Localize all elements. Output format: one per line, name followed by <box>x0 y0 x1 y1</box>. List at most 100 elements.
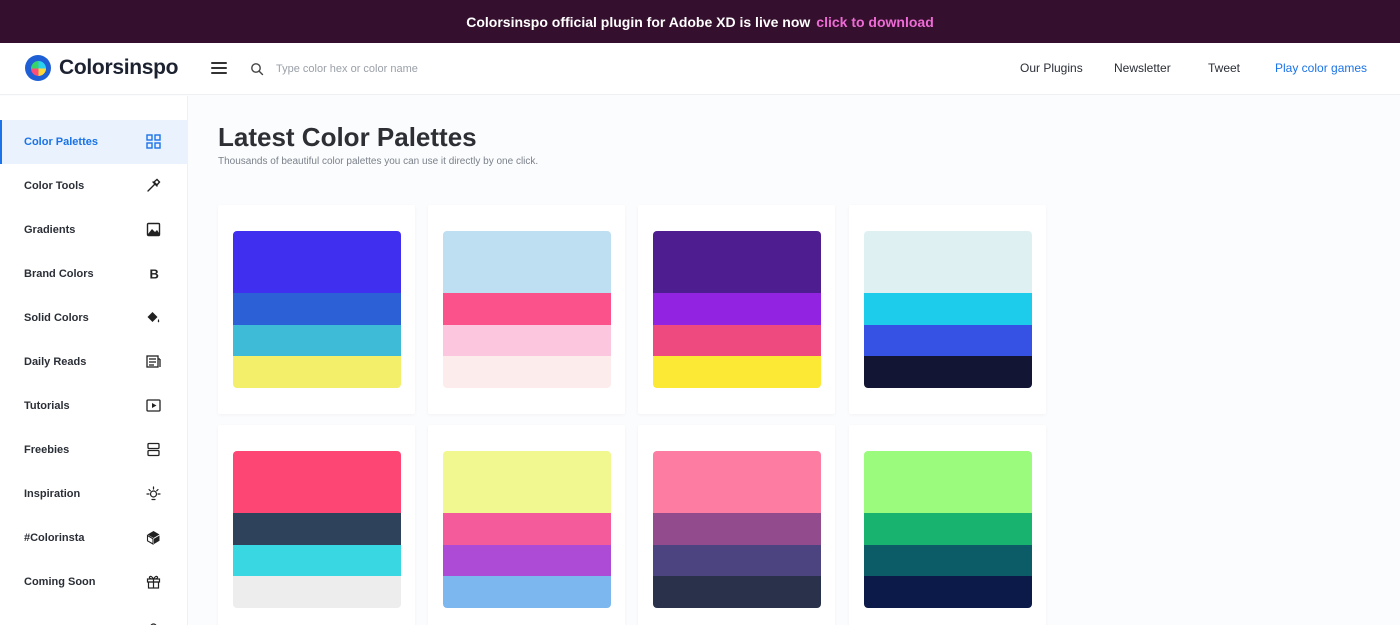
color-swatch[interactable] <box>653 513 821 545</box>
download-link[interactable]: click to download <box>816 14 933 30</box>
sidebar-item-label: Brand Colors <box>24 268 94 280</box>
color-swatch[interactable] <box>864 545 1032 576</box>
hamburger-menu-icon[interactable] <box>211 62 227 74</box>
palette-card[interactable] <box>638 205 835 414</box>
palette-swatches <box>864 231 1032 388</box>
palette-card[interactable] <box>218 205 415 414</box>
bulb-icon <box>146 486 161 501</box>
sidebar: Color Palettes Color Tools Gradients Bra… <box>0 96 188 625</box>
sidebar-item-inspiration[interactable]: Inspiration <box>0 472 188 516</box>
color-swatch[interactable] <box>233 451 401 513</box>
color-swatch[interactable] <box>653 231 821 293</box>
more-icon <box>150 623 157 625</box>
color-swatch[interactable] <box>864 576 1032 608</box>
color-swatch[interactable] <box>233 231 401 293</box>
sidebar-item-coming-soon[interactable]: Coming Soon <box>0 560 188 604</box>
color-swatch[interactable] <box>864 325 1032 356</box>
color-swatch[interactable] <box>233 356 401 388</box>
cube-icon <box>146 531 160 545</box>
top-header: Colorsinspo Our Plugins Newsletter Tweet… <box>0 43 1400 95</box>
color-swatch[interactable] <box>864 293 1032 325</box>
paint-bucket-icon <box>147 312 160 323</box>
promo-banner: Colorsinspo official plugin for Adobe XD… <box>0 0 1400 43</box>
gift-icon <box>146 575 161 589</box>
color-swatch[interactable] <box>233 325 401 356</box>
palette-swatches <box>864 451 1032 608</box>
sidebar-item-daily-reads[interactable]: Daily Reads <box>0 340 188 384</box>
sidebar-item-label: Inspiration <box>24 488 81 500</box>
sidebar-item-label: Daily Reads <box>24 356 87 368</box>
page-title: Latest Color Palettes <box>218 122 477 152</box>
palette-swatches <box>233 451 401 608</box>
stack-icon <box>147 442 160 457</box>
logo-icon <box>25 55 51 81</box>
palette-card[interactable] <box>638 425 835 625</box>
newspaper-icon <box>146 355 161 368</box>
color-swatch[interactable] <box>233 513 401 545</box>
sidebar-item-gradients[interactable]: Gradients <box>0 208 188 252</box>
color-swatch[interactable] <box>864 513 1032 545</box>
color-swatch[interactable] <box>653 293 821 325</box>
color-swatch[interactable] <box>864 451 1032 513</box>
nav-newsletter[interactable]: Newsletter <box>1114 61 1171 75</box>
palette-card[interactable] <box>428 205 625 414</box>
color-swatch[interactable] <box>653 576 821 608</box>
svg-text:B: B <box>150 267 159 282</box>
color-swatch[interactable] <box>653 545 821 576</box>
palette-card[interactable] <box>218 425 415 625</box>
sidebar-item-label: Color Palettes <box>24 136 98 148</box>
color-swatch[interactable] <box>653 356 821 388</box>
image-icon <box>146 222 161 237</box>
color-swatch[interactable] <box>443 293 611 325</box>
color-swatch[interactable] <box>233 576 401 608</box>
search-icon <box>251 63 264 76</box>
color-swatch[interactable] <box>864 356 1032 388</box>
play-icon <box>146 399 161 412</box>
palette-card[interactable] <box>428 425 625 625</box>
sidebar-item-label: #Colorinsta <box>24 532 85 544</box>
color-swatch[interactable] <box>443 451 611 513</box>
palette-swatches <box>443 231 611 388</box>
sidebar-item-freebies[interactable]: Freebies <box>0 428 188 472</box>
sidebar-item-solid-colors[interactable]: Solid Colors <box>0 296 188 340</box>
palette-card[interactable] <box>849 205 1046 414</box>
color-swatch[interactable] <box>233 545 401 576</box>
palette-swatches <box>443 451 611 608</box>
sidebar-item-brand-colors[interactable]: Brand Colors B <box>0 252 188 296</box>
sidebar-item-colorinsta[interactable]: #Colorinsta <box>0 516 188 560</box>
sidebar-item-label: Gradients <box>24 224 76 236</box>
sidebar-item-color-palettes[interactable]: Color Palettes <box>0 120 188 164</box>
logo-text: Colorsinspo <box>59 56 179 79</box>
palette-swatches <box>653 451 821 608</box>
logo[interactable]: Colorsinspo <box>25 55 179 81</box>
palette-swatches <box>653 231 821 388</box>
search-input[interactable] <box>270 57 530 81</box>
sidebar-item-label: Tutorials <box>24 400 70 412</box>
sidebar-item-color-tools[interactable]: Color Tools <box>0 164 188 208</box>
color-swatch[interactable] <box>443 513 611 545</box>
sidebar-item-label: Solid Colors <box>24 312 89 324</box>
nav-tweet[interactable]: Tweet <box>1208 61 1240 75</box>
sidebar-item-label: Color Tools <box>24 180 85 192</box>
palette-card[interactable] <box>849 425 1046 625</box>
page-subtitle: Thousands of beautiful color palettes yo… <box>218 156 539 167</box>
color-swatch[interactable] <box>864 231 1032 293</box>
color-swatch[interactable] <box>443 325 611 356</box>
color-swatch[interactable] <box>653 325 821 356</box>
nav-play-color-games[interactable]: Play color games <box>1275 61 1367 75</box>
palette-swatches <box>233 231 401 388</box>
color-swatch[interactable] <box>443 545 611 576</box>
color-swatch[interactable] <box>443 576 611 608</box>
color-swatch[interactable] <box>443 231 611 293</box>
nav-our-plugins[interactable]: Our Plugins <box>1020 61 1083 75</box>
color-swatch[interactable] <box>233 293 401 325</box>
sidebar-item-tutorials[interactable]: Tutorials <box>0 384 188 428</box>
sidebar-item-label: Coming Soon <box>24 576 96 588</box>
grid-icon <box>146 134 161 149</box>
sidebar-item-label: Freebies <box>24 444 70 456</box>
sidebar-item-partial[interactable] <box>0 604 188 625</box>
bold-b-icon: B <box>150 267 159 282</box>
eyedropper-icon <box>147 178 161 192</box>
color-swatch[interactable] <box>653 451 821 513</box>
color-swatch[interactable] <box>443 356 611 388</box>
